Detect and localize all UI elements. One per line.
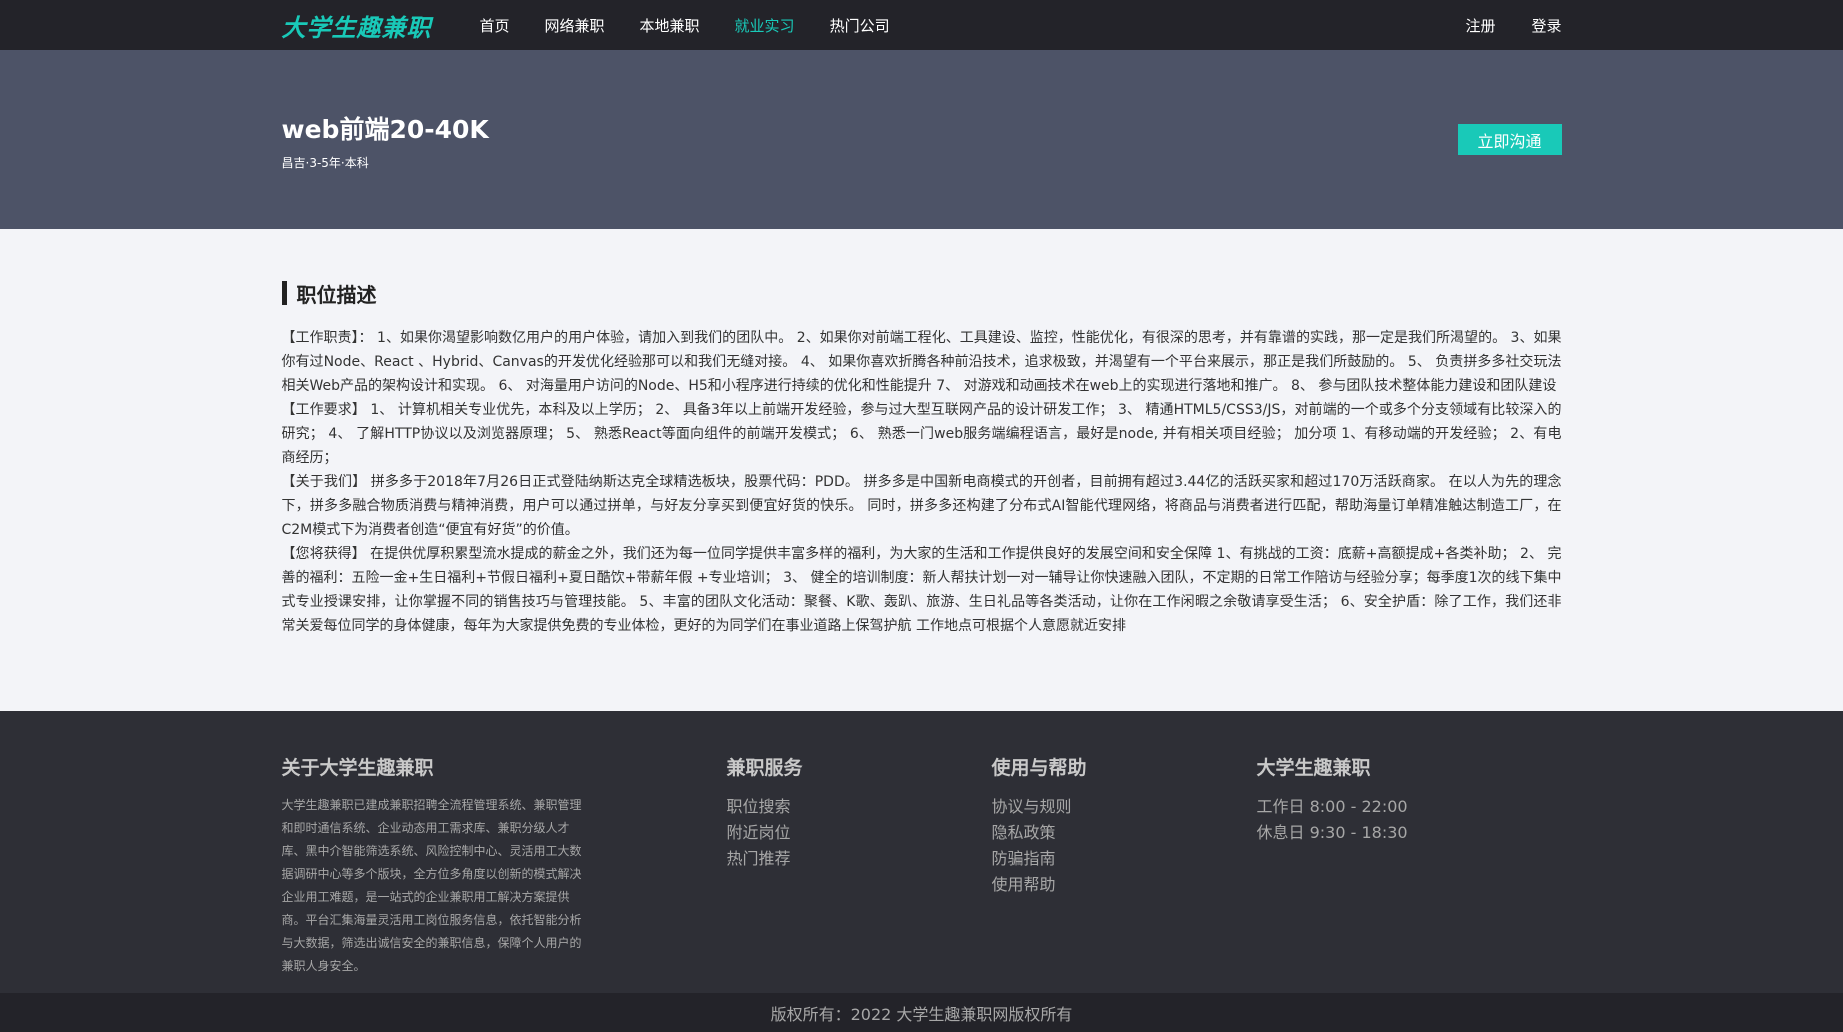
footer-weekday-hours: 工作日 8:00 - 22:00 bbox=[1256, 797, 1408, 816]
nav-item-local-parttime[interactable]: 本地兼职 bbox=[640, 15, 700, 36]
job-title: web前端20-40K bbox=[281, 115, 489, 144]
footer-link-privacy[interactable]: 隐私政策 bbox=[992, 820, 1087, 846]
desc-benefits: 【您将获得】 在提供优厚积累型流水提成的薪金之外，我们还为每一位同学提供丰富多样… bbox=[281, 546, 1562, 634]
copyright-bar: 版权所有：2022 大学生趣兼职网版权所有 bbox=[0, 993, 1843, 1032]
footer-about: 关于大学生趣兼职 大学生趣兼职已建成兼职招聘全流程管理系统、兼职管理和即时通信系… bbox=[282, 753, 592, 978]
footer-services: 兼职服务 职位搜索 附近岗位 热门推荐 bbox=[727, 753, 803, 872]
footer-weekend-hours: 休息日 9:30 - 18:30 bbox=[1256, 823, 1408, 842]
register-link[interactable]: 注册 bbox=[1465, 15, 1495, 36]
nav-item-online-parttime[interactable]: 网络兼职 bbox=[545, 15, 605, 36]
copyright-text: 版权所有：2022 大学生趣兼职网版权所有 bbox=[770, 1004, 1073, 1024]
job-meta: 昌吉·3-5年·本科 bbox=[281, 156, 369, 170]
job-header: web前端20-40K 昌吉·3-5年·本科 立即沟通 bbox=[0, 50, 1843, 229]
footer-services-title: 兼职服务 bbox=[726, 757, 803, 779]
section-title: 职位描述 bbox=[281, 280, 1562, 307]
job-description: 【工作职责】： 1、如果你渴望影响数亿用户的用户体验，请加入到我们的团队中。 2… bbox=[282, 326, 1562, 638]
footer-link-agreement[interactable]: 协议与规则 bbox=[992, 794, 1087, 820]
footer-about-title: 关于大学生趣兼职 bbox=[281, 757, 434, 779]
footer-link-hot-recommend[interactable]: 热门推荐 bbox=[727, 846, 803, 872]
main-nav: 首页 网络兼职 本地兼职 就业实习 热门公司 bbox=[480, 15, 925, 36]
nav-item-hot-companies[interactable]: 热门公司 bbox=[830, 15, 890, 36]
nav-item-home[interactable]: 首页 bbox=[480, 15, 510, 36]
footer-link-help[interactable]: 使用帮助 bbox=[992, 872, 1087, 898]
nav-item-internship[interactable]: 就业实习 bbox=[735, 15, 795, 36]
footer-link-nearby-jobs[interactable]: 附近岗位 bbox=[727, 820, 803, 846]
title-accent-bar bbox=[281, 281, 287, 305]
footer-brand-title: 大学生趣兼职 bbox=[1256, 757, 1371, 779]
footer-about-text: 大学生趣兼职已建成兼职招聘全流程管理系统、兼职管理和即时通信系统、企业动态用工需… bbox=[281, 798, 582, 973]
footer-link-anti-fraud[interactable]: 防骗指南 bbox=[992, 846, 1087, 872]
auth-links: 注册 登录 bbox=[1429, 0, 1561, 50]
chat-now-button[interactable]: 立即沟通 bbox=[1457, 124, 1562, 155]
desc-responsibilities: 【工作职责】： 1、如果你渴望影响数亿用户的用户体验，请加入到我们的团队中。 2… bbox=[281, 330, 1562, 394]
section-title-text: 职位描述 bbox=[296, 282, 377, 307]
job-description-section: 职位描述 【工作职责】： 1、如果你渴望影响数亿用户的用户体验，请加入到我们的团… bbox=[0, 229, 1843, 711]
footer-link-job-search[interactable]: 职位搜索 bbox=[727, 794, 803, 820]
desc-requirements: 【工作要求】 1、 计算机相关专业优先，本科及以上学历； 2、 具备3年以上前端… bbox=[281, 402, 1562, 466]
site-logo[interactable]: 大学生趣兼职 bbox=[282, 8, 432, 43]
footer: 关于大学生趣兼职 大学生趣兼职已建成兼职招聘全流程管理系统、兼职管理和即时通信系… bbox=[0, 711, 1843, 993]
desc-about-us: 【关于我们】 拼多多于2018年7月26日正式登陆纳斯达克全球精选板块，股票代码… bbox=[281, 474, 1562, 538]
footer-help: 使用与帮助 协议与规则 隐私政策 防骗指南 使用帮助 bbox=[992, 753, 1087, 898]
footer-contact: 大学生趣兼职 工作日 8:00 - 22:00 休息日 9:30 - 18:30 bbox=[1257, 753, 1408, 846]
top-navbar: 大学生趣兼职 首页 网络兼职 本地兼职 就业实习 热门公司 注册 登录 bbox=[0, 0, 1843, 50]
footer-help-title: 使用与帮助 bbox=[991, 757, 1087, 779]
login-link[interactable]: 登录 bbox=[1531, 15, 1561, 36]
